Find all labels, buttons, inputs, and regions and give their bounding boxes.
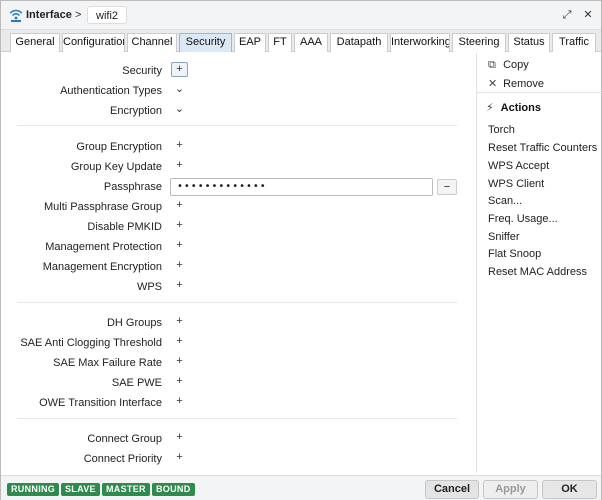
action-reset-traffic-counters[interactable]: Reset Traffic Counters (488, 142, 597, 154)
authentication-types-expand-icon[interactable]: ⌄ (171, 82, 188, 97)
panel-divider (477, 92, 602, 93)
management-encryption-add-button[interactable]: + (171, 258, 188, 273)
connect-group-label: Connect Group (87, 433, 162, 445)
wps-add-button[interactable]: + (171, 278, 188, 293)
tab-security[interactable]: Security (179, 33, 232, 52)
group-key-update-label: Group Key Update (70, 161, 162, 173)
tab-configuration[interactable]: Configuration (62, 33, 125, 52)
sae-anti-clogging-threshold-add-button[interactable]: + (171, 334, 188, 349)
passphrase-input[interactable]: ••••••••••••• (170, 178, 433, 196)
dh-groups-add-button[interactable]: + (171, 314, 188, 329)
connect-group-add-button[interactable]: + (171, 430, 188, 445)
action-sniffer[interactable]: Sniffer (488, 231, 520, 243)
action-flat-snoop[interactable]: Flat Snoop (488, 248, 541, 260)
status-badge-bound: BOUND (152, 483, 195, 496)
action-torch[interactable]: Torch (488, 124, 515, 136)
restore-icon[interactable]: ⤢ (560, 8, 574, 22)
multi-passphrase-group-add-button[interactable]: + (171, 198, 188, 213)
interface-window: Interface > wifi2 ⤢ ✕ General Configurat… (0, 0, 602, 500)
lightning-icon: ⚡ (486, 102, 494, 114)
passphrase-label: Passphrase (103, 181, 162, 193)
tab-channel[interactable]: Channel (127, 33, 177, 52)
remove-icon: ✕ (488, 78, 498, 90)
status-badge-master: MASTER (102, 483, 150, 496)
wps-label: WPS (136, 281, 162, 293)
action-freq-usage[interactable]: Freq. Usage... (488, 213, 558, 225)
tab-interworking[interactable]: Interworking (390, 33, 450, 52)
tab-eap[interactable]: EAP (234, 33, 266, 52)
tab-status[interactable]: Status (508, 33, 550, 52)
sae-pwe-add-button[interactable]: + (171, 374, 188, 389)
copy-icon: ⧉ (488, 59, 496, 71)
remove-menu-item[interactable]: ✕ Remove (488, 77, 544, 90)
cancel-button[interactable]: Cancel (425, 480, 479, 499)
security-add-button[interactable]: + (171, 62, 188, 77)
tab-traffic[interactable]: Traffic (552, 33, 596, 52)
copy-menu-item[interactable]: ⧉ Copy (488, 59, 529, 72)
group-encryption-label: Group Encryption (76, 141, 162, 153)
management-protection-label: Management Protection (45, 241, 162, 253)
sae-max-failure-rate-add-button[interactable]: + (171, 354, 188, 369)
side-panel: ⧉ Copy ✕ Remove ⚡ Actions Torch Reset Tr… (476, 53, 602, 473)
action-wps-client[interactable]: WPS Client (488, 178, 544, 190)
tab-datapath[interactable]: Datapath (330, 33, 388, 52)
group-encryption-add-button[interactable]: + (171, 138, 188, 153)
owe-transition-interface-label: OWE Transition Interface (39, 397, 162, 409)
passphrase-remove-button[interactable]: − (437, 179, 457, 195)
disable-pmkid-label: Disable PMKID (87, 221, 162, 233)
action-wps-accept[interactable]: WPS Accept (488, 160, 549, 172)
owe-transition-interface-add-button[interactable]: + (171, 394, 188, 409)
tab-ft[interactable]: FT (268, 33, 292, 52)
group-key-update-add-button[interactable]: + (171, 158, 188, 173)
connect-priority-add-button[interactable]: + (171, 450, 188, 465)
sae-max-failure-rate-label: SAE Max Failure Rate (53, 357, 162, 369)
remove-label: Remove (503, 78, 545, 90)
sae-anti-clogging-threshold-label: SAE Anti Clogging Threshold (20, 337, 162, 349)
breadcrumb-separator: > (75, 9, 82, 21)
footer-bar: RUNNING SLAVE MASTER BOUND Cancel Apply … (1, 475, 601, 500)
management-protection-add-button[interactable]: + (171, 238, 188, 253)
action-reset-mac-address[interactable]: Reset MAC Address (488, 266, 587, 278)
close-icon[interactable]: ✕ (581, 8, 595, 22)
interface-name: wifi2 (87, 6, 128, 24)
dh-groups-label: DH Groups (106, 317, 162, 329)
disable-pmkid-add-button[interactable]: + (171, 218, 188, 233)
status-badge-slave: SLAVE (61, 483, 100, 496)
encryption-label: Encryption (110, 105, 162, 117)
actions-heading-label: Actions (500, 102, 541, 114)
window-title: Interface (26, 9, 72, 21)
sae-pwe-label: SAE PWE (111, 377, 162, 389)
multi-passphrase-group-label: Multi Passphrase Group (44, 201, 162, 213)
tab-steering[interactable]: Steering (452, 33, 506, 52)
wifi-icon (9, 9, 23, 22)
tab-general[interactable]: General (10, 33, 60, 52)
copy-label: Copy (503, 59, 529, 71)
divider (17, 418, 457, 419)
status-badge-running: RUNNING (7, 483, 60, 496)
divider (17, 125, 457, 126)
authentication-types-label: Authentication Types (60, 85, 162, 97)
security-form: Security + Authentication Types ⌄ Encryp… (1, 53, 471, 473)
tab-bar: General Configuration Channel Security E… (1, 30, 601, 52)
tab-aaa[interactable]: AAA (294, 33, 328, 52)
action-scan[interactable]: Scan... (488, 195, 522, 207)
ok-button[interactable]: OK (542, 480, 597, 499)
divider (17, 302, 457, 303)
title-bar: Interface > wifi2 ⤢ ✕ (1, 1, 601, 30)
connect-priority-label: Connect Priority (83, 453, 162, 465)
management-encryption-label: Management Encryption (42, 261, 162, 273)
apply-button[interactable]: Apply (483, 480, 538, 499)
actions-heading: ⚡ Actions (486, 101, 541, 114)
encryption-expand-icon[interactable]: ⌄ (171, 102, 188, 117)
security-label: Security (122, 65, 162, 77)
